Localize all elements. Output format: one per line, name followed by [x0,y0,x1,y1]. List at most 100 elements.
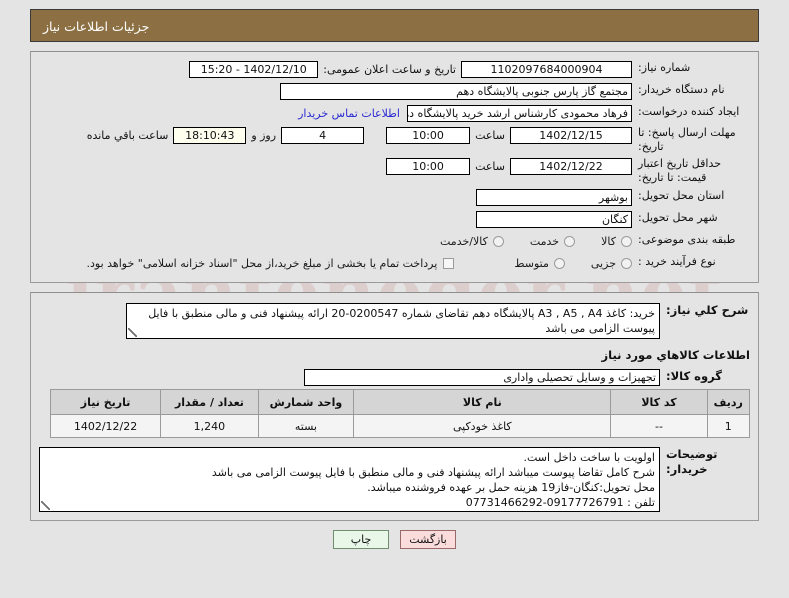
cell-need-date: 1402/12/22 [49,414,162,438]
th-row-index: ردیف [706,389,751,415]
buyer-org-input[interactable]: مجتمع گاز پارس جنوبی پالایشگاه دهم [280,82,632,100]
label-buyer-org: نام دستگاه خریدار: [638,83,725,96]
fieldzone-purchase-type: جزیی متوسط پرداخت تمام یا بخشی از مبلغ خ… [39,254,632,272]
label-buyer-notes: توضیحات خریدار: [666,447,718,476]
subject-class-radio-group: کالا خدمت کالا/خدمت [414,235,632,248]
radio-subject-goods-label: کالا [601,234,616,248]
radio-subject-goods-service[interactable]: کالا/خدمت [440,235,504,248]
radio-circle-icon[interactable] [564,235,576,247]
buyer-notes-line: تلفن : 09177726791-07731466292 [465,496,655,509]
content-layer: جزئیات اطلاعات نیاز شماره نیاز: 11020976… [0,0,789,549]
need-body-panel: شرح کلي نیاز: خرید: کاغذ A3 , A5 , A4 پا… [30,292,759,521]
radio-subject-goods-service-label: کالا/خدمت [440,234,488,248]
page-root: iranteneder.net جزئیات اطلاعات نیاز شمار… [0,0,789,598]
label-province: استان محل تحویل: [638,189,725,202]
th-goods-name: نام کالا [353,389,612,415]
buyer-notes-line: محل تحویل:کنگان-فاز19 هزینه حمل بر عهده … [367,481,655,494]
cell-quantity: 1,240 [160,414,259,438]
label-price-validity-time: ساعت [475,159,505,173]
row-subject-class: طبقه بندی موضوعی: کالا خدمت کالا/خدمت [31,232,758,251]
label-city: شهر محل تحویل: [638,211,718,224]
treasury-bond-checkbox-row[interactable]: پرداخت تمام یا بخشی از مبلغ خرید،از محل … [87,257,455,270]
label-creator: ایجاد کننده درخواست: [638,105,740,118]
row-purchase-type: نوع فرآیند خرید : جزیی متوسط پرداخت تمام… [31,254,758,273]
cell-unit: بسته [257,414,355,438]
fieldzone-reply-deadline: 1402/12/15 ساعت 10:00 4 روز و 18:10:43 س… [39,126,632,144]
buyer-notes-line: شرح کامل تقاضا پیوست میباشد ارائه پیشنها… [211,466,655,479]
price-validity-date-input[interactable]: 1402/12/22 [510,157,632,175]
checkbox-icon[interactable] [443,257,455,269]
label-purchase-type: نوع فرآیند خرید : [638,255,716,268]
row-city: شهر محل تحویل: کنگان [31,210,758,229]
fieldzone-buyer-org: مجتمع گاز پارس جنوبی پالایشگاه دهم [39,82,632,100]
row-reply-deadline: مهلت ارسال پاسخ: تا تاریخ: 1402/12/15 سا… [31,126,758,154]
need-summary-textarea[interactable]: خرید: کاغذ A3 , A5 , A4 پالایشگاه دهم تق… [126,303,660,339]
back-button[interactable]: بازگشت [400,530,456,549]
label-remaining-days: روز و [251,128,277,142]
label-reply-deadline-time: ساعت [475,128,505,142]
radio-subject-service-label: خدمت [529,234,560,248]
fieldzone-province: بوشهر [39,188,632,206]
print-button[interactable]: چاپ [333,530,389,549]
cell-goods-code: -- [610,414,708,438]
row-goods-group: گروه کالا: تجهیزات و وسایل تحصیلی واداری [31,369,758,386]
th-goods-code: کد کالا [610,389,708,415]
radio-purchase-minor[interactable]: جزیی [591,257,632,270]
buyer-notes-line: اولویت با ساخت داخل است. [523,451,656,464]
label-reply-deadline: مهلت ارسال پاسخ: تا تاریخ: [638,126,736,153]
label-announce-datetime: تاریخ و ساعت اعلان عمومی: [323,62,456,76]
footer-actions: بازگشت چاپ [0,530,789,549]
fieldzone-price-validity: 1402/12/22 ساعت 10:00 [39,157,632,175]
fieldzone-subject-class: کالا خدمت کالا/خدمت [39,232,632,250]
province-input[interactable]: بوشهر [476,188,632,206]
table-row: 1 -- کاغذ خودکپی بسته 1,240 1402/12/22 [49,414,751,438]
cell-goods-name: کاغذ خودکپی [353,414,612,438]
th-need-date: تاریخ نیاز [49,389,162,415]
buyer-notes-textarea[interactable]: اولویت با ساخت داخل است. شرح کامل تقاضا … [39,447,660,512]
radio-purchase-medium[interactable]: متوسط [514,257,565,270]
page-title: جزئیات اطلاعات نیاز [30,9,759,42]
radio-circle-icon[interactable] [621,257,632,269]
fieldzone-city: کنگان [39,210,632,228]
radio-circle-icon[interactable] [492,235,504,247]
label-need-summary: شرح کلي نیاز: [666,303,749,317]
row-buyer-notes: توضیحات خریدار: اولویت با ساخت داخل است.… [31,447,758,512]
label-need-number: شماره نیاز: [638,61,691,74]
goods-table-head: ردیف کد کالا نام کالا واحد شمارش تعداد /… [49,389,751,415]
fieldzone-need-number: 1102097684000904 تاریخ و ساعت اعلان عموم… [39,60,632,78]
fieldzone-creator: فرهاد محمودی کارشناس ارشد خرید پالایشگاه… [39,104,632,122]
reply-deadline-time-input[interactable]: 10:00 [386,126,471,144]
label-goods-group: گروه کالا: [666,369,722,383]
row-price-validity: حداقل تاریخ اعتبار قیمت: تا تاریخ: 1402/… [31,157,758,185]
remaining-countdown: 18:10:43 [173,126,247,144]
reply-deadline-date-input[interactable]: 1402/12/15 [510,126,632,144]
radio-circle-icon[interactable] [621,235,632,247]
radio-subject-service[interactable]: خدمت [529,234,576,248]
table-header-row: ردیف کد کالا نام کالا واحد شمارش تعداد /… [49,389,751,415]
row-province: استان محل تحویل: بوشهر [31,188,758,207]
need-number-input[interactable]: 1102097684000904 [461,60,632,78]
goods-table: ردیف کد کالا نام کالا واحد شمارش تعداد /… [49,389,751,438]
price-validity-time-input[interactable]: 10:00 [386,157,471,175]
radio-purchase-minor-label: جزیی [590,256,616,270]
goods-section-title: اطلاعات كالاهاي مورد نیاز [601,348,750,362]
creator-input[interactable]: فرهاد محمودی کارشناس ارشد خرید پالایشگاه… [407,104,632,122]
label-subject-class: طبقه بندی موضوعی: [638,233,736,246]
row-creator: ایجاد کننده درخواست: فرهاد محمودی کارشنا… [31,104,758,123]
announce-datetime-input[interactable]: 1402/12/10 - 15:20 [189,60,319,78]
header-container: جزئیات اطلاعات نیاز [0,0,789,42]
th-unit: واحد شمارش [257,389,355,415]
remaining-days-input: 4 [281,126,365,144]
radio-purchase-medium-label: متوسط [514,256,549,270]
th-quantity: تعداد / مقدار [160,389,259,415]
goods-group-input[interactable]: تجهیزات و وسایل تحصیلی واداری [304,369,660,386]
buyer-contact-link[interactable]: اطلاعات تماس خریدار [298,107,407,120]
label-price-validity: حداقل تاریخ اعتبار قیمت: تا تاریخ: [638,157,722,184]
goods-table-body: 1 -- کاغذ خودکپی بسته 1,240 1402/12/22 [49,414,751,438]
label-remaining-countdown: ساعت باقي مانده [86,128,169,142]
radio-circle-icon[interactable] [553,257,565,269]
radio-subject-goods[interactable]: کالا [601,235,632,248]
row-need-summary: شرح کلي نیاز: خرید: کاغذ A3 , A5 , A4 پا… [31,303,758,339]
cell-row-index: 1 [706,414,751,438]
city-input[interactable]: کنگان [476,210,632,228]
